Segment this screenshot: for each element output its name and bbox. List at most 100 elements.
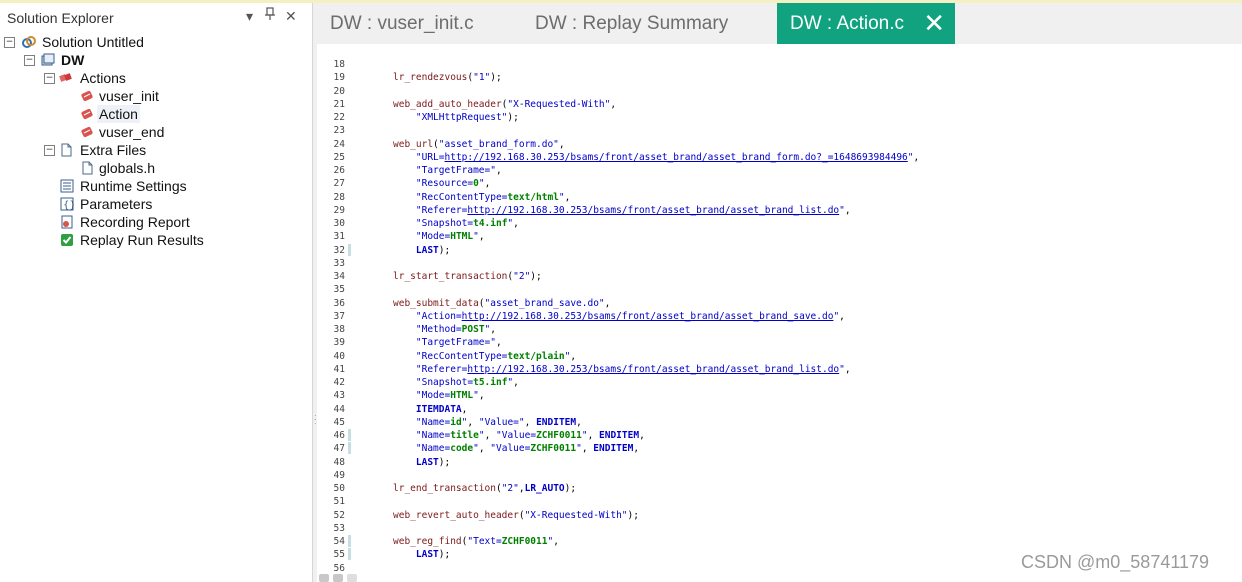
code-line[interactable]: 29 "Referer=http://192.168.30.253/bsams/… [317, 204, 1242, 217]
line-number: 51 [333, 496, 345, 508]
code-text: lr_start_transaction("2"); [393, 271, 542, 282]
collapse-toggle[interactable]: − [44, 73, 55, 84]
collapse-toggle[interactable]: − [24, 55, 35, 66]
code-line[interactable]: 52 web_revert_auto_header("X-Requested-Wi… [317, 509, 1242, 522]
code-text: web_url("asset_brand_form.do", [393, 138, 565, 150]
scroll-left-icon[interactable] [347, 574, 357, 582]
action-script-icon [81, 126, 93, 138]
recording-report-icon [61, 215, 73, 229]
line-number: 54 [333, 536, 345, 547]
line-number: 33 [333, 257, 345, 269]
code-line[interactable]: 26 "TargetFrame=", [317, 164, 1242, 177]
line-number: 26 [333, 165, 345, 176]
code-line[interactable]: 21 web_add_auto_header("X-Requested-With"… [317, 98, 1242, 111]
zoom-out-icon[interactable] [333, 574, 343, 582]
code-text: web_reg_find("Text=ZCHF0011", [393, 536, 559, 547]
file-icon [61, 143, 72, 157]
code-line[interactable]: 30 "Snapshot=t4.inf", [317, 217, 1242, 230]
code-text: "Method=POST", [415, 324, 497, 335]
code-text: "Snapshot=t4.inf", [415, 218, 519, 229]
code-line[interactable]: 33 [317, 257, 1242, 270]
code-line[interactable]: 38 "Method=POST", [317, 323, 1242, 336]
code-line[interactable]: 42 "Snapshot=t5.inf", [317, 376, 1242, 389]
pin-icon[interactable] [265, 7, 275, 25]
tree-item-label: globals.h [99, 160, 156, 176]
code-line[interactable]: 46 "Name=title", "Value=ZCHF0011", ENDIT… [317, 429, 1242, 442]
line-number: 31 [333, 231, 345, 243]
line-number: 55 [333, 549, 345, 561]
code-line[interactable]: 41 "Referer=http://192.168.30.253/bsams/… [317, 363, 1242, 376]
line-number: 35 [333, 284, 345, 296]
change-marker [348, 442, 351, 455]
code-text: LAST); [415, 456, 451, 468]
line-number: 37 [333, 310, 345, 322]
action-script-icon [81, 90, 93, 102]
code-line[interactable]: 19 lr_rendezvous("1"); [317, 71, 1242, 84]
line-number: 21 [333, 98, 345, 110]
code-line[interactable]: 40 "RecContentType=text/plain", [317, 350, 1242, 363]
tree-item-label: Recording Report [80, 214, 190, 230]
close-icon[interactable]: ✕ [285, 7, 297, 25]
code-text: "TargetFrame=", [415, 337, 502, 349]
line-number: 46 [333, 430, 345, 441]
line-number: 49 [333, 469, 345, 481]
code-text: "Name=title", "Value=ZCHF0011", ENDITEM, [415, 430, 645, 441]
code-line[interactable]: 47 "Name=code", "Value=ZCHF0011", ENDITE… [317, 442, 1242, 455]
solution-explorer-header: Solution Explorer ▾ ✕ [0, 3, 312, 31]
code-line[interactable]: 53 [317, 522, 1242, 535]
code-line[interactable]: 34 lr_start_transaction("2"); [317, 270, 1242, 283]
code-line[interactable]: 23 [317, 124, 1242, 137]
dropdown-icon[interactable]: ▾ [246, 7, 253, 25]
code-line[interactable]: 37 "Action=http://192.168.30.253/bsams/f… [317, 310, 1242, 323]
tab-label: DW : Replay Summary [535, 13, 729, 34]
tab-vuser-init[interactable]: DW : vuser_init.c [317, 3, 522, 44]
code-text: "Resource=0", [415, 178, 491, 190]
code-line[interactable]: 32 LAST); [317, 243, 1242, 257]
line-number: 25 [333, 151, 345, 163]
code-editor[interactable]: 18 19 lr_rendezvous("1"); 20 21 web_add_auto_… [317, 44, 1242, 574]
code-line[interactable]: 31 "Mode=HTML", [317, 230, 1242, 243]
code-line[interactable]: 22 "XMLHttpRequest"); [317, 111, 1242, 124]
code-line[interactable]: 18 [317, 58, 1242, 71]
tab-replay-summary[interactable]: DW : Replay Summary [522, 3, 775, 44]
project-icon [41, 53, 55, 66]
line-number: 30 [333, 218, 345, 229]
tab-close-icon[interactable]: ✕ [923, 3, 945, 44]
code-line[interactable]: 43 "Mode=HTML", [317, 389, 1242, 402]
code-text: "Name=id", "Value=", ENDITEM, [415, 416, 582, 428]
tree-item-label: Parameters [80, 196, 153, 212]
code-line[interactable]: 54 web_reg_find("Text=ZCHF0011", [317, 535, 1242, 548]
line-number: 43 [333, 390, 345, 402]
tab-label: DW : Action.c [790, 13, 905, 34]
code-line[interactable]: 48 LAST); [317, 456, 1242, 469]
code-line[interactable]: 24 web_url("asset_brand_form.do", [317, 138, 1242, 151]
code-line[interactable]: 27 "Resource=0", [317, 177, 1242, 190]
line-number: 34 [333, 271, 345, 282]
action-script-icon [81, 108, 93, 120]
change-marker [348, 548, 351, 561]
code-line[interactable]: 49 [317, 469, 1242, 482]
code-line[interactable]: 20 [317, 85, 1242, 98]
line-number: 48 [333, 456, 345, 468]
line-number: 32 [333, 244, 345, 256]
code-line[interactable]: 39 "TargetFrame=", [317, 336, 1242, 349]
line-number: 18 [333, 59, 345, 70]
tab-action-c[interactable]: DW : Action.c ✕ [777, 3, 955, 44]
code-line[interactable]: 35 [317, 283, 1242, 296]
code-line[interactable]: 45 "Name=id", "Value=", ENDITEM, [317, 416, 1242, 429]
code-line[interactable]: 25 "URL=http://192.168.30.253/bsams/fron… [317, 151, 1242, 164]
line-number: 53 [333, 522, 345, 534]
code-line[interactable]: 51 [317, 495, 1242, 508]
line-number: 45 [333, 416, 345, 428]
collapse-toggle[interactable]: − [44, 145, 55, 156]
line-number: 27 [333, 178, 345, 190]
code-line[interactable]: 44 ITEMDATA, [317, 403, 1242, 416]
zoom-in-icon[interactable] [319, 574, 329, 582]
code-line[interactable]: 36 web_submit_data("asset_brand_save.do", [317, 297, 1242, 310]
runtime-settings-icon [60, 179, 74, 193]
code-text: ITEMDATA, [415, 403, 468, 415]
collapse-toggle[interactable]: − [4, 37, 15, 48]
code-line[interactable]: 50 lr_end_transaction("2",LR_AUTO); [317, 482, 1242, 495]
line-number: 20 [333, 85, 345, 97]
code-line[interactable]: 28 "RecContentType=text/html", [317, 191, 1242, 204]
